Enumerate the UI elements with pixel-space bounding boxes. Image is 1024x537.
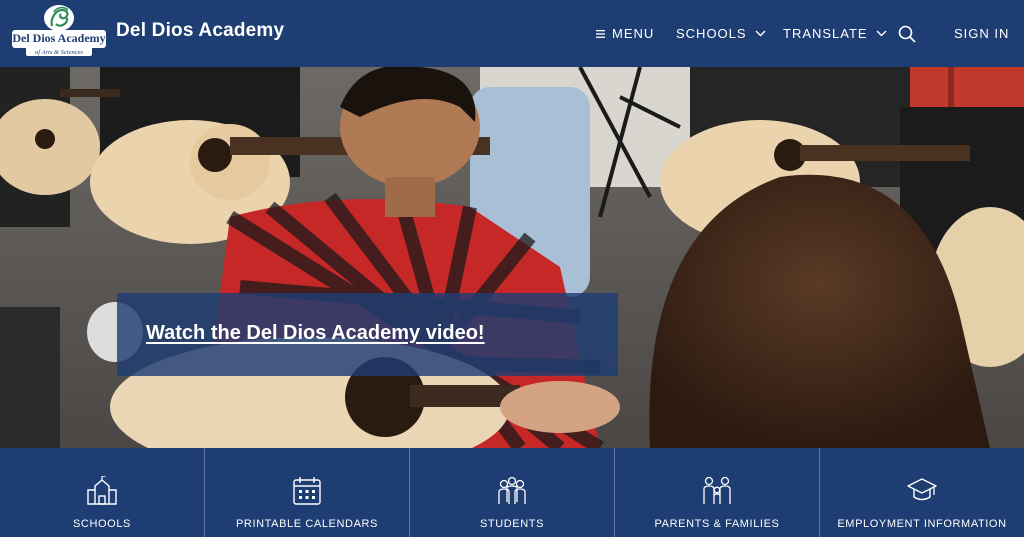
menu-button[interactable]: MENU	[596, 0, 654, 67]
hamburger-icon	[596, 29, 605, 38]
search-icon	[898, 25, 916, 43]
chevron-down-icon	[755, 30, 766, 37]
school-building-icon	[87, 476, 117, 505]
site-header: Del Dios Academy of Arts & Sciences Del …	[0, 0, 1024, 67]
menu-label: MENU	[612, 26, 655, 41]
translate-dropdown[interactable]: TRANSLATE	[783, 0, 887, 67]
translate-label: TRANSLATE	[783, 26, 868, 41]
students-group-icon	[498, 476, 526, 504]
quick-link-label: SCHOOLS	[73, 518, 131, 530]
video-callout: Watch the Del Dios Academy video!	[117, 293, 618, 376]
schools-label: SCHOOLS	[676, 26, 747, 41]
chevron-down-icon	[876, 30, 887, 37]
logo-wordmark: Del Dios Academy	[12, 31, 105, 45]
logo-graphic: Del Dios Academy of Arts & Sciences	[12, 5, 106, 56]
graduation-cap-icon	[907, 478, 937, 501]
quick-link-calendars[interactable]: PRINTABLE CALENDARS	[204, 448, 409, 537]
quick-link-schools[interactable]: SCHOOLS	[0, 448, 204, 537]
site-title[interactable]: Del Dios Academy	[116, 20, 284, 42]
calendar-icon	[293, 477, 321, 505]
search-button[interactable]	[897, 0, 917, 67]
school-logo[interactable]: Del Dios Academy of Arts & Sciences	[12, 4, 106, 56]
quick-link-label: PARENTS & FAMILIES	[654, 518, 780, 530]
logo-tagline: of Arts & Sciences	[35, 49, 84, 56]
quick-link-students[interactable]: STUDENTS	[409, 448, 614, 537]
sign-in-link[interactable]: SIGN IN	[954, 0, 1009, 67]
family-icon	[703, 476, 731, 504]
quick-links-bar: SCHOOLS PRINTABLE CALENDARS STUDENTS PAR…	[0, 448, 1024, 537]
watch-video-link[interactable]: Watch the Del Dios Academy video!	[146, 322, 485, 345]
hero-banner: Watch the Del Dios Academy video!	[0, 67, 1024, 448]
quick-link-label: PRINTABLE CALENDARS	[235, 518, 378, 530]
quick-link-label: EMPLOYMENT INFORMATION	[837, 518, 1007, 530]
hero-photo	[0, 67, 1024, 448]
schools-dropdown[interactable]: SCHOOLS	[676, 0, 766, 67]
quick-link-label: STUDENTS	[479, 518, 545, 530]
quick-link-parents-families[interactable]: PARENTS & FAMILIES	[614, 448, 819, 537]
quick-link-employment[interactable]: EMPLOYMENT INFORMATION	[819, 448, 1024, 537]
